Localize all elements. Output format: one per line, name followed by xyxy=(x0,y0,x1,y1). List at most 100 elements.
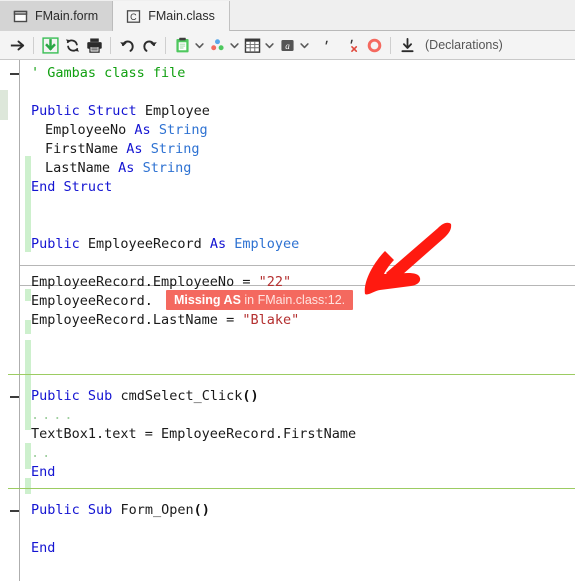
code-token: LastName xyxy=(45,160,111,176)
editor-window: FMain.form C FMain.class a (Declarations… xyxy=(0,0,575,581)
code-line[interactable]: LastName As String xyxy=(45,159,191,178)
code-token: EmployeeRecord.LastName = xyxy=(31,312,243,328)
reload-icon[interactable] xyxy=(61,34,83,56)
code-token: "22" xyxy=(258,274,292,290)
code-token: () xyxy=(242,388,259,404)
code-token: Public xyxy=(31,236,80,252)
code-token: EmployeeRecord. xyxy=(31,293,153,309)
code-token: EmployeeRecord xyxy=(87,236,202,252)
redo-icon[interactable] xyxy=(138,34,160,56)
tab-bar-empty-space xyxy=(229,0,575,31)
toolbar-separator xyxy=(165,36,166,54)
translate-icon[interactable]: a xyxy=(276,34,298,56)
code-token: As xyxy=(134,122,151,138)
comment-icon[interactable] xyxy=(315,34,337,56)
code-line[interactable]: FirstName As String xyxy=(45,140,199,159)
error-tooltip[interactable]: Missing AS in FMain.class:12. xyxy=(166,290,354,310)
date-icon[interactable] xyxy=(241,34,263,56)
code-token: Struct xyxy=(87,103,137,119)
code-token: Employee xyxy=(144,103,210,119)
toolbar-separator xyxy=(110,36,111,54)
tab-label: FMain.class xyxy=(148,9,215,23)
code-line[interactable]: End xyxy=(31,539,55,558)
code-line[interactable]: End Struct xyxy=(31,178,112,197)
class-c-icon: C xyxy=(126,9,141,24)
code-token: .... xyxy=(31,407,76,423)
code-token: EmployeeRecord.EmployeeNo = xyxy=(31,274,259,290)
uncomment-icon[interactable] xyxy=(341,34,363,56)
code-token: Sub xyxy=(87,502,113,518)
code-token: Employee xyxy=(234,236,300,252)
paste-icon[interactable] xyxy=(171,34,193,56)
code-token: As xyxy=(118,160,135,176)
toolbar-separator xyxy=(390,36,391,54)
goto-icon[interactable] xyxy=(6,34,28,56)
color-menu-caret-icon[interactable] xyxy=(228,34,241,56)
code-line[interactable]: EmployeeRecord. xyxy=(31,292,153,311)
code-token: String xyxy=(158,122,208,138)
editor-toolbar: a (Declarations) xyxy=(0,31,575,60)
toolbar-separator xyxy=(33,36,34,54)
date-menu-caret-icon[interactable] xyxy=(263,34,276,56)
code-line[interactable]: TextBox1.text = EmployeeRecord.FirstName xyxy=(31,425,356,444)
code-line[interactable]: .... xyxy=(31,406,76,425)
svg-text:C: C xyxy=(130,12,137,22)
code-line[interactable]: EmployeeRecord.LastName = "Blake" xyxy=(31,311,299,330)
tab-bar: FMain.form C FMain.class xyxy=(0,0,575,32)
svg-text:a: a xyxy=(285,40,290,50)
save-icon[interactable] xyxy=(39,34,61,56)
code-line[interactable]: Public Sub Form_Open() xyxy=(31,501,210,520)
code-token: End Struct xyxy=(31,179,113,195)
error-detail: in FMain.class:12. xyxy=(240,293,346,307)
translate-menu-caret-icon[interactable] xyxy=(298,34,311,56)
code-token: () xyxy=(193,502,210,518)
code-token: Public xyxy=(31,388,80,404)
code-line[interactable]: ' Gambas class file xyxy=(31,64,185,83)
code-token: End xyxy=(31,540,56,556)
print-icon[interactable] xyxy=(83,34,105,56)
code-editor[interactable]: ' Gambas class file Public Struct Employe… xyxy=(0,60,575,581)
code-token: As xyxy=(209,236,227,252)
tab-fmain-form[interactable]: FMain.form xyxy=(0,1,114,31)
code-token: cmdSelect_Click xyxy=(120,388,243,404)
code-token: EmployeeNo xyxy=(45,122,127,138)
code-line[interactable]: Public Sub cmdSelect_Click() xyxy=(31,387,259,406)
code-line[interactable]: Public EmployeeRecord As Employee xyxy=(31,235,299,254)
code-token: ' Gambas class file xyxy=(31,65,186,81)
code-line[interactable]: EmployeeNo As String xyxy=(45,121,208,140)
tab-label: FMain.form xyxy=(35,9,99,23)
error-title: Missing AS xyxy=(174,293,241,307)
code-token: FirstName xyxy=(45,141,119,157)
code-token: .. xyxy=(31,445,54,461)
code-token: End xyxy=(31,464,56,480)
color-picker-icon[interactable] xyxy=(206,34,228,56)
paste-menu-caret-icon[interactable] xyxy=(193,34,206,56)
code-line[interactable]: Public Struct Employee xyxy=(31,102,210,121)
insert-icon[interactable] xyxy=(396,34,418,56)
code-line[interactable]: End xyxy=(31,463,55,482)
code-token: TextBox1.text = EmployeeRecord.FirstName xyxy=(31,426,357,442)
code-token: Public xyxy=(31,103,80,119)
code-token: Form_Open xyxy=(120,502,194,518)
code-token: String xyxy=(150,141,200,157)
code-token: Public xyxy=(31,502,80,518)
code-text[interactable]: ' Gambas class file Public Struct Employe… xyxy=(0,60,575,581)
code-token: String xyxy=(142,160,192,176)
code-token: "Blake" xyxy=(242,312,300,328)
undo-icon[interactable] xyxy=(116,34,138,56)
procedure-selector-label[interactable]: (Declarations) xyxy=(425,38,503,52)
tab-fmain-class[interactable]: C FMain.class xyxy=(113,1,230,32)
breakpoint-icon[interactable] xyxy=(363,34,385,56)
code-token: Sub xyxy=(87,388,113,404)
form-window-icon xyxy=(13,9,28,24)
code-line[interactable]: .. xyxy=(31,444,53,463)
